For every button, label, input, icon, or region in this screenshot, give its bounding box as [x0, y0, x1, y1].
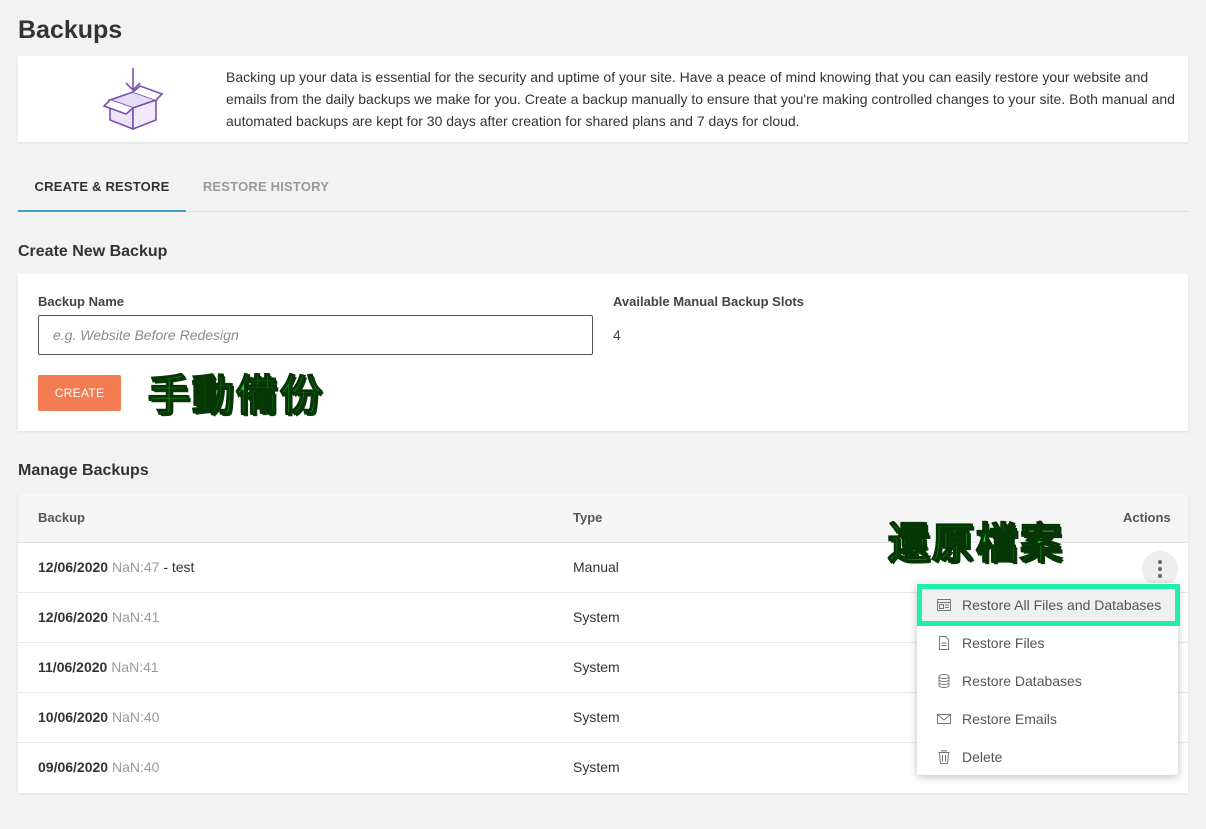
backup-type: System: [573, 659, 620, 675]
backup-time: NaN:40: [111, 759, 160, 775]
trash-icon: [938, 750, 950, 764]
backup-date: 09/06/2020: [38, 759, 109, 775]
backup-type: System: [573, 609, 620, 625]
annotation-manual-backup: 手動備份: [147, 370, 325, 421]
slots-value: 4: [613, 327, 621, 343]
restore-all-icon: [937, 599, 951, 611]
menu-restore-databases[interactable]: Restore Databases: [917, 662, 1178, 700]
backup-time: NaN:47: [111, 559, 160, 575]
menu-label: Restore Databases: [962, 673, 1082, 689]
backup-cell: 09/06/2020 NaN:40: [38, 759, 159, 775]
menu-label: Restore All Files and Databases: [962, 597, 1162, 613]
backup-time: NaN:41: [111, 609, 160, 625]
backup-date: 12/06/2020: [38, 609, 109, 625]
backup-cell: 12/06/2020 NaN:41: [38, 609, 159, 625]
menu-restore-emails[interactable]: Restore Emails: [917, 700, 1178, 738]
create-section-title: Create New Backup: [18, 243, 168, 260]
manage-section-title: Manage Backups: [18, 462, 149, 479]
menu-label: Delete: [962, 749, 1003, 765]
actions-menu-button[interactable]: [1142, 551, 1178, 587]
file-icon: [939, 636, 949, 650]
backup-type: System: [573, 759, 620, 775]
page-title: Backups: [18, 16, 123, 44]
backup-type: System: [573, 709, 620, 725]
database-icon: [938, 674, 950, 688]
backup-date: 11/06/2020: [38, 659, 108, 675]
create-button[interactable]: CREATE: [38, 375, 121, 411]
menu-label: Restore Files: [962, 635, 1045, 651]
menu-restore-files[interactable]: Restore Files: [917, 624, 1178, 662]
backup-date: 12/06/2020: [38, 559, 109, 575]
menu-delete[interactable]: Delete: [917, 738, 1178, 776]
column-type: Type: [573, 510, 603, 525]
column-actions: Actions: [1123, 510, 1171, 525]
intro-card: Backing up your data is essential for th…: [18, 56, 1188, 142]
menu-label: Restore Emails: [962, 711, 1057, 727]
envelope-icon: [937, 714, 951, 724]
backup-name-label: Backup Name: [38, 294, 124, 309]
backup-time: NaN:40: [111, 709, 160, 725]
tab-bar: CREATE & RESTORE RESTORE HISTORY: [18, 166, 1188, 212]
tab-create-restore[interactable]: CREATE & RESTORE: [18, 166, 186, 212]
backup-name-input[interactable]: [38, 315, 593, 355]
backup-time: NaN:41: [111, 659, 159, 675]
menu-restore-all[interactable]: Restore All Files and Databases: [917, 586, 1178, 624]
column-backup: Backup: [38, 510, 85, 525]
slots-label: Available Manual Backup Slots: [613, 294, 804, 309]
backup-cell: 12/06/2020 NaN:47 - test: [38, 559, 194, 575]
actions-dropdown-menu: Restore All Files and Databases Restore …: [917, 583, 1178, 775]
box-download-icon: [102, 68, 164, 131]
backup-type: Manual: [573, 559, 619, 575]
backup-suffix: - test: [159, 559, 195, 575]
backup-date: 10/06/2020: [38, 709, 109, 725]
backup-cell: 11/06/2020 NaN:41: [38, 659, 159, 675]
intro-text: Backing up your data is essential for th…: [226, 69, 1175, 129]
annotation-restore-files: 還原檔案: [887, 518, 1065, 569]
tab-restore-history[interactable]: RESTORE HISTORY: [186, 166, 346, 212]
backup-cell: 10/06/2020 NaN:40: [38, 709, 159, 725]
